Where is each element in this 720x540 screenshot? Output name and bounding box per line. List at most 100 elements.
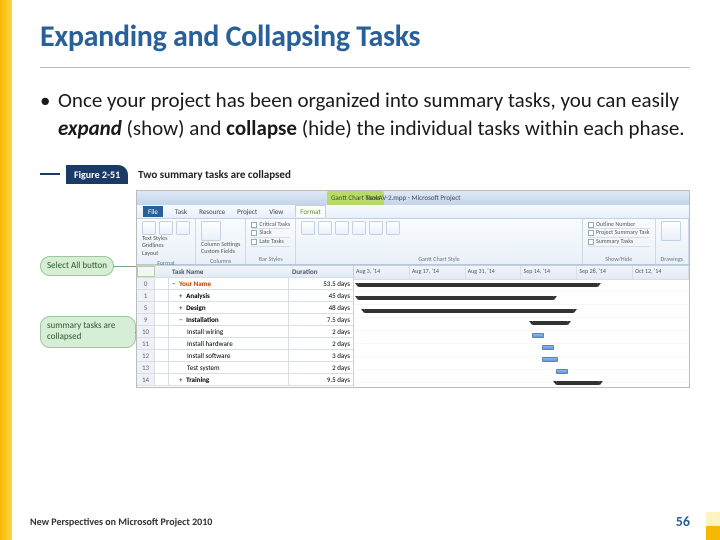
timescale: Aug 3, '14Aug 17, '14Aug 31, '14Sep 14, …	[354, 266, 689, 280]
callout-column: Select All button summary tasks are coll…	[40, 190, 136, 388]
ribbon-group-label: Gantt Chart Style	[301, 255, 577, 263]
ribbon-columns-labels: Column Settings Custom Fields	[201, 241, 240, 257]
indicator-column-header[interactable]	[155, 266, 169, 277]
gantt-summary-bar[interactable]	[532, 321, 568, 325]
ribbon-group-label: Bar Styles	[251, 255, 290, 263]
layout-icon[interactable]	[176, 221, 190, 235]
ribbon-group-format: Text Styles Gridlines Layout Format	[137, 219, 196, 264]
row-indicator	[155, 338, 169, 349]
bullet-text-2: (show) and	[122, 115, 226, 141]
gantt-style-swatch[interactable]	[318, 221, 332, 235]
row-duration: 53.5 days	[289, 278, 353, 289]
gantt-style-swatch[interactable]	[386, 221, 400, 235]
table-row[interactable]: 10 Install wiring2 days	[137, 326, 353, 338]
bullet-text-1: Once your project has been organized int…	[58, 87, 679, 113]
table-header-row: Task Name Duration	[137, 266, 353, 278]
table-row[interactable]: 5+ Design48 days	[137, 302, 353, 314]
footer-text: New Perspectives on Microsoft Project 20…	[30, 515, 212, 528]
task-table: Task Name Duration 0 − Your Name53.5 days…	[137, 266, 353, 386]
gantt-task-bar[interactable]	[532, 333, 544, 338]
expand-icon[interactable]: +	[179, 303, 183, 312]
row-task-name: + Analysis	[169, 290, 289, 301]
ribbon-tabs: File Task Resource Project View Format	[137, 205, 689, 219]
row-task-name: − Your Name	[169, 278, 289, 289]
figure-caption: Two summary tasks are collapsed	[138, 168, 291, 181]
select-all-button[interactable]	[137, 266, 155, 277]
gold-accent-bar	[0, 0, 12, 540]
row-duration: 3 days	[289, 350, 353, 361]
row-id: 11	[137, 338, 155, 349]
row-duration: 2 days	[289, 326, 353, 337]
row-task-name: − Installation	[169, 314, 289, 325]
ribbon-group-barstyles: Critical Tasks Slack Late Tasks Bar Styl…	[246, 219, 296, 264]
row-task-name: + Design	[169, 302, 289, 313]
row-id: 10	[137, 326, 155, 337]
callout-select-all: Select All button	[40, 256, 114, 277]
timescale-tick: Aug 31, '14	[466, 266, 522, 279]
table-row[interactable]: 14+ Training9.5 days	[137, 374, 353, 386]
gantt-style-swatch[interactable]	[301, 221, 315, 235]
gantt-style-swatch[interactable]	[335, 221, 349, 235]
row-id: 0	[137, 278, 155, 289]
gantt-task-bar[interactable]	[542, 357, 558, 362]
table-row[interactable]: 0 − Your Name53.5 days	[137, 278, 353, 290]
row-task-name: Install hardware	[169, 338, 289, 349]
expand-icon[interactable]: +	[179, 291, 183, 300]
gantt-task-bar[interactable]	[556, 369, 568, 374]
tab-file[interactable]: File	[143, 206, 163, 217]
collapse-icon[interactable]: −	[179, 315, 183, 324]
table-row[interactable]: 1+ Analysis45 days	[137, 290, 353, 302]
gantt-split-view: Task Name Duration 0 − Your Name53.5 days…	[137, 265, 689, 386]
tab-resource[interactable]: Resource	[199, 207, 225, 216]
expand-icon[interactable]: +	[179, 375, 183, 384]
tab-format[interactable]: Format	[295, 205, 325, 217]
bullet-text-3: (hide) the individual tasks within each …	[297, 115, 685, 141]
text-styles-icon[interactable]	[142, 221, 156, 235]
gantt-summary-bar[interactable]	[556, 381, 600, 385]
table-row[interactable]: 9− Installation7.5 days	[137, 314, 353, 326]
row-task-name: + Training	[169, 374, 289, 385]
gantt-task-bar[interactable]	[542, 345, 554, 350]
figure-body: Select All button summary tasks are coll…	[40, 190, 690, 388]
gantt-chart: Aug 3, '14Aug 17, '14Aug 31, '14Sep 14, …	[353, 266, 689, 386]
slide-title: Expanding and Collapsing Tasks	[40, 18, 690, 68]
ribbon-barstyles-labels: Critical Tasks Slack Late Tasks	[251, 221, 290, 247]
bullet-emphasis-expand: expand	[58, 115, 122, 141]
tab-view[interactable]: View	[269, 207, 283, 216]
row-task-name: Install wiring	[169, 326, 289, 337]
row-indicator	[155, 374, 169, 385]
row-indicator	[155, 278, 169, 289]
gantt-summary-bar[interactable]	[358, 296, 554, 300]
task-name-column-header[interactable]: Task Name	[169, 266, 289, 277]
table-row[interactable]: 11 Install hardware2 days	[137, 338, 353, 350]
slide: Expanding and Collapsing Tasks Once your…	[0, 0, 720, 540]
tab-task[interactable]: Task	[175, 207, 187, 216]
gantt-style-swatch[interactable]	[369, 221, 383, 235]
corner-accent-light	[706, 512, 720, 526]
row-id: 13	[137, 362, 155, 373]
figure-header-rule	[40, 173, 60, 175]
figure-header: Figure 2-51 Two summary tasks are collap…	[40, 165, 690, 184]
gantt-summary-bar[interactable]	[358, 283, 598, 287]
collapse-icon[interactable]: −	[172, 279, 176, 288]
row-indicator	[155, 350, 169, 361]
corner-accent	[706, 526, 720, 540]
gantt-style-swatch[interactable]	[352, 221, 366, 235]
window-titlebar: Gantt Chart Tools NewAV-2.mpp - Microsof…	[137, 191, 689, 205]
row-indicator	[155, 362, 169, 373]
row-indicator	[155, 326, 169, 337]
slide-footer: New Perspectives on Microsoft Project 20…	[30, 513, 690, 530]
gantt-summary-bar[interactable]	[364, 309, 574, 313]
drawing-icon[interactable]	[661, 221, 681, 241]
insert-column-icon[interactable]	[201, 221, 221, 241]
tab-project[interactable]: Project	[237, 207, 257, 216]
table-row[interactable]: 13 Test system2 days	[137, 362, 353, 374]
duration-column-header[interactable]: Duration	[289, 266, 353, 277]
table-row[interactable]: 12 Install software3 days	[137, 350, 353, 362]
ribbon-group-drawings: Drawings	[656, 219, 689, 264]
timescale-tick: Aug 3, '14	[354, 266, 410, 279]
row-indicator	[155, 314, 169, 325]
gridlines-icon[interactable]	[159, 221, 173, 235]
bullet-1: Once your project has been organized int…	[40, 86, 690, 143]
ribbon-group-columns: Column Settings Custom Fields Columns	[196, 219, 246, 264]
